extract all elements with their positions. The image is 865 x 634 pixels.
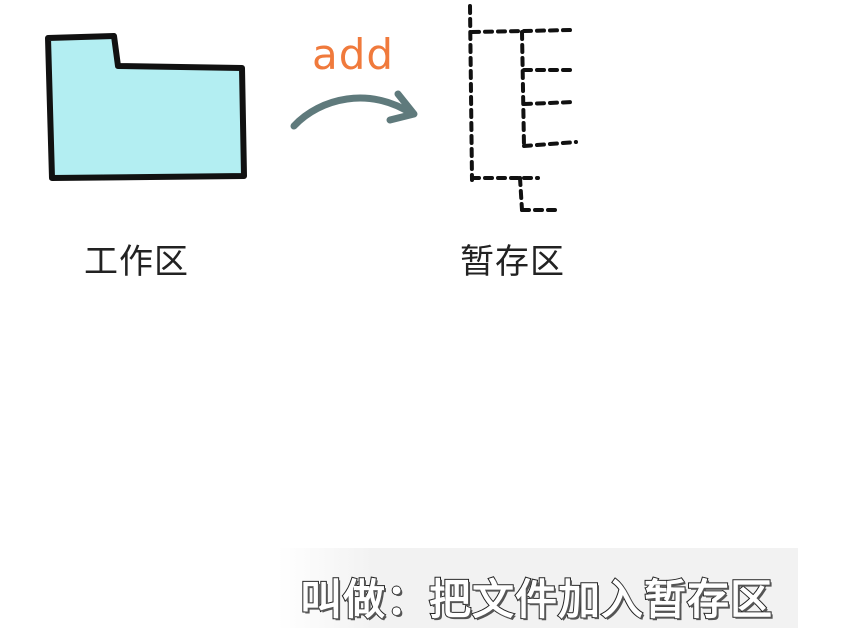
working-area-label: 工作区	[84, 242, 189, 282]
folder-icon	[45, 33, 247, 181]
subtitle-caption: 叫做：把文件加入暂存区	[299, 574, 774, 625]
add-action-label: add	[312, 30, 395, 79]
staging-area-label: 暂存区	[460, 242, 565, 282]
git-add-diagram: 工作区 暂存区 add 叫做：把文件加入暂存区	[0, 0, 865, 634]
tree-icon	[468, 4, 578, 212]
curved-arrow-icon	[290, 90, 418, 130]
